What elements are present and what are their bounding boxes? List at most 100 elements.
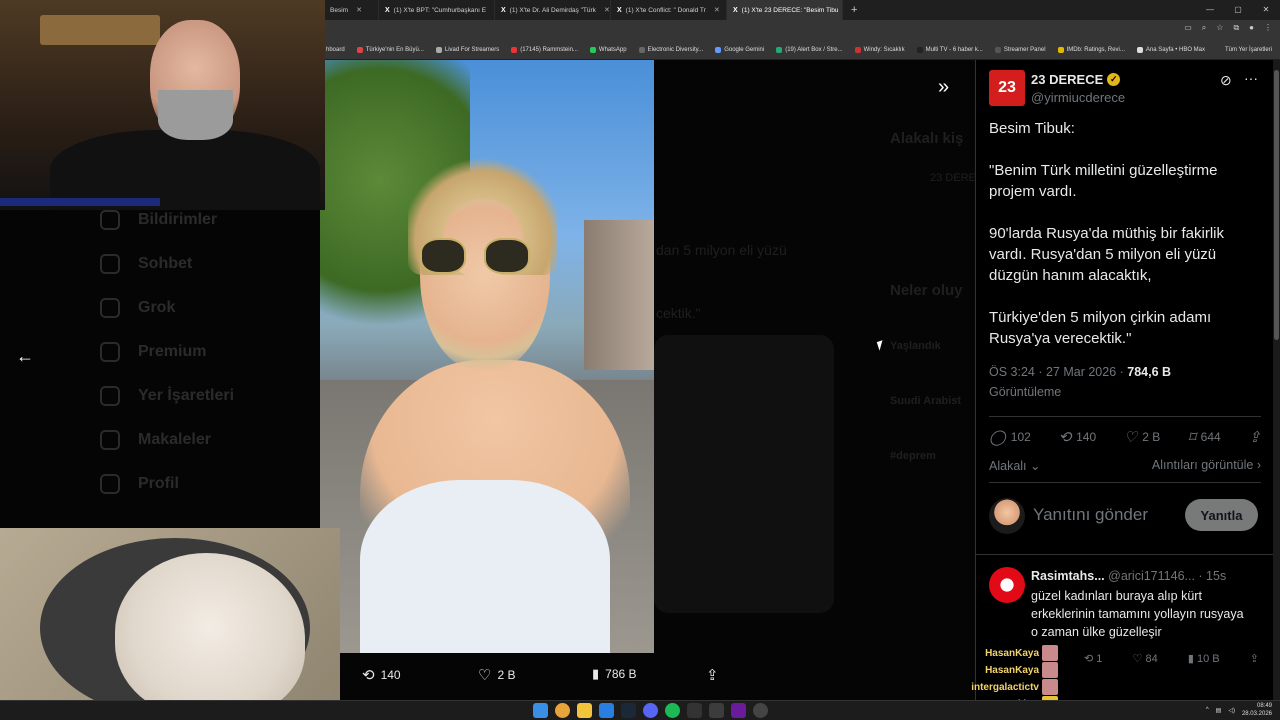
user-avatar[interactable]	[989, 498, 1025, 534]
reply-author-name[interactable]: Rasimtahs...	[1031, 569, 1105, 583]
account-name[interactable]: 23 DERECE ✓	[1031, 72, 1121, 87]
browser-tab[interactable]: X(1) X'te BPT: "Cumhurbaşkanı E✕	[379, 0, 495, 20]
browser-tab-active[interactable]: X(1) X'te 23 DERECE: "Besim Tibu✕	[727, 0, 843, 20]
reply-views-button[interactable]: ▮ 10 B	[1188, 652, 1220, 665]
spotify-icon[interactable]	[665, 703, 680, 718]
avatar-text: 23	[998, 79, 1016, 96]
bookmark-item[interactable]: Ana Sayfa • HBO Max	[1136, 46, 1205, 53]
file-explorer-icon[interactable]	[577, 703, 592, 718]
close-icon[interactable]: ✕	[714, 6, 720, 14]
close-icon[interactable]: ✕	[604, 6, 610, 14]
sidebar-item-bookmarks[interactable]: Yer İşaretleri	[100, 386, 234, 406]
back-arrow-icon[interactable]: ←	[16, 346, 34, 367]
bell-icon	[100, 210, 120, 230]
reply-input[interactable]: Yanıtını gönder	[1033, 505, 1148, 525]
maximize-icon[interactable]: ▢	[1224, 0, 1252, 20]
bookmark-item[interactable]: Türkiye'nin En Büyü...	[356, 46, 424, 53]
lens-right	[484, 238, 530, 274]
app-icon[interactable]	[599, 703, 614, 718]
bookmark-item[interactable]: IMDb: Ratings, Revi...	[1057, 46, 1125, 53]
start-icon[interactable]	[533, 703, 548, 718]
relevance-dropdown[interactable]: Alakalı ⌄	[989, 458, 1040, 473]
sidebar-item-profile[interactable]: Profil	[100, 474, 179, 494]
expand-panel-icon[interactable]: »	[938, 76, 949, 99]
reply-author-handle[interactable]: @arici171146...	[1108, 569, 1195, 583]
clock[interactable]: 08:49 28.03.2026	[1242, 702, 1272, 718]
profile-icon[interactable]: ●	[1249, 23, 1254, 33]
discord-icon[interactable]	[643, 703, 658, 718]
close-icon[interactable]: ✕	[356, 6, 362, 14]
reply-sort-row: Alakalı ⌄ Alıntıları görüntüle ›	[989, 458, 1261, 473]
bookmark-label: hboard	[326, 46, 345, 53]
install-icon[interactable]: ▭	[1184, 23, 1192, 33]
bookmark-item[interactable]: Google Gemini	[715, 46, 764, 53]
menu-icon[interactable]: ⋮	[1264, 23, 1272, 33]
account-avatar[interactable]: 23	[989, 70, 1025, 106]
scrollbar[interactable]	[1273, 60, 1280, 700]
bookmark-item[interactable]: Multi TV - 6 haber k...	[916, 46, 983, 53]
reply-author-avatar[interactable]	[989, 567, 1025, 603]
background-tweet-text: cektik."	[656, 305, 701, 321]
reply-button[interactable]: ◯ 102	[989, 428, 1031, 446]
media-like-button[interactable]: ♡ 2 B	[478, 666, 515, 684]
obs-icon[interactable]	[731, 703, 746, 718]
browser-tab[interactable]: X (1) X'te Dr. Ali Demirdaş "Türk ✕	[495, 0, 611, 20]
bookmark-star-icon[interactable]: ☆	[1216, 23, 1223, 33]
reply-share-button[interactable]: ⇪	[1250, 652, 1259, 665]
browser-tab[interactable]: Besim ✕	[324, 0, 379, 20]
extensions-icon[interactable]: ⧉	[1233, 23, 1239, 33]
media-retweet-button[interactable]: ⟲ 140	[362, 666, 401, 684]
browser-tab[interactable]: X (1) X'te Conflict: " Donald Tr ✕	[611, 0, 727, 20]
network-icon[interactable]: ▤	[1216, 707, 1222, 714]
minimize-icon[interactable]: —	[1196, 0, 1224, 20]
sidebar-item-notifications[interactable]: Bildirimler	[100, 210, 217, 230]
sidebar-item-premium[interactable]: Premium	[100, 342, 206, 362]
media-views-button[interactable]: ▮ 786 B	[592, 666, 637, 682]
close-window-icon[interactable]: ✕	[1252, 0, 1280, 20]
bookmark-item[interactable]: WhatsApp	[589, 46, 627, 53]
reply-like-count: 84	[1145, 653, 1158, 665]
reply-like-button[interactable]: ♡ 84	[1133, 652, 1158, 665]
like-button[interactable]: ♡ 2 B	[1124, 428, 1160, 446]
app-icon[interactable]	[753, 703, 768, 718]
grok-explain-icon[interactable]: ⊘	[1220, 72, 1232, 89]
retweet-button[interactable]: ⟲ 140	[1059, 428, 1097, 446]
share-button[interactable]: ⇪	[1248, 428, 1261, 446]
chevron-up-icon[interactable]: ^	[1206, 707, 1209, 713]
retweet-count: 140	[1076, 430, 1097, 444]
bookmark-item[interactable]: (17145) Rammstein...	[511, 46, 578, 53]
all-bookmarks[interactable]: Tüm Yer İşaretleri	[1225, 40, 1272, 60]
bookmark-item[interactable]: Livad For Streamers	[435, 46, 499, 53]
sidebar-item-label: Sohbet	[138, 255, 193, 272]
chat-emote-icon	[1042, 662, 1058, 678]
account-handle[interactable]: @yirmiucderece	[1031, 90, 1125, 105]
tweet-timestamp[interactable]: ÖS 3:24 · 27 Mar 2026 · 784,6 B	[989, 365, 1171, 379]
steam-icon[interactable]	[621, 703, 636, 718]
tab-label: (1) X'te Dr. Ali Demirdaş "Türk	[509, 6, 596, 14]
new-tab-button[interactable]: +	[843, 4, 865, 16]
scrollbar-thumb[interactable]	[1274, 70, 1279, 340]
app-icon[interactable]	[709, 703, 724, 718]
bookmark-item[interactable]: Windy: Sıcaklık	[854, 46, 905, 53]
share-icon: ⇪	[1249, 653, 1259, 665]
reply-retweet-button[interactable]: ⟲ 1	[1084, 652, 1102, 665]
bookmark-item[interactable]: Electronic Diversity...	[638, 46, 703, 53]
bookmark-button[interactable]: ⌑ 644	[1188, 428, 1221, 446]
view-quotes-link[interactable]: Alıntıları görüntüle ›	[1152, 458, 1261, 473]
zoom-icon[interactable]: ⌕	[1202, 23, 1206, 33]
sidebar-item-grok[interactable]: Grok	[100, 298, 175, 318]
reply-views-count: 10 B	[1197, 653, 1220, 665]
tweet-video-player[interactable]	[320, 60, 654, 653]
sidebar-item-articles[interactable]: Makaleler	[100, 430, 211, 450]
chrome-icon[interactable]	[555, 703, 570, 718]
bookmark-item[interactable]: Streamer Panel	[994, 46, 1046, 53]
volume-icon[interactable]: ◁)	[1228, 707, 1235, 714]
epic-games-icon[interactable]	[687, 703, 702, 718]
reply-submit-button[interactable]: Yanıtla	[1185, 499, 1258, 531]
tab-label: (1) X'te Conflict: " Donald Tr	[625, 6, 706, 14]
sidebar-item-chat[interactable]: Sohbet	[100, 254, 192, 274]
more-options-icon[interactable]: ···	[1244, 70, 1258, 86]
media-share-button[interactable]: ⇪	[706, 666, 719, 684]
bookmark-item[interactable]: (19) Alert Box / Stre...	[776, 46, 843, 53]
bookmark-item[interactable]: hboard	[326, 47, 345, 53]
